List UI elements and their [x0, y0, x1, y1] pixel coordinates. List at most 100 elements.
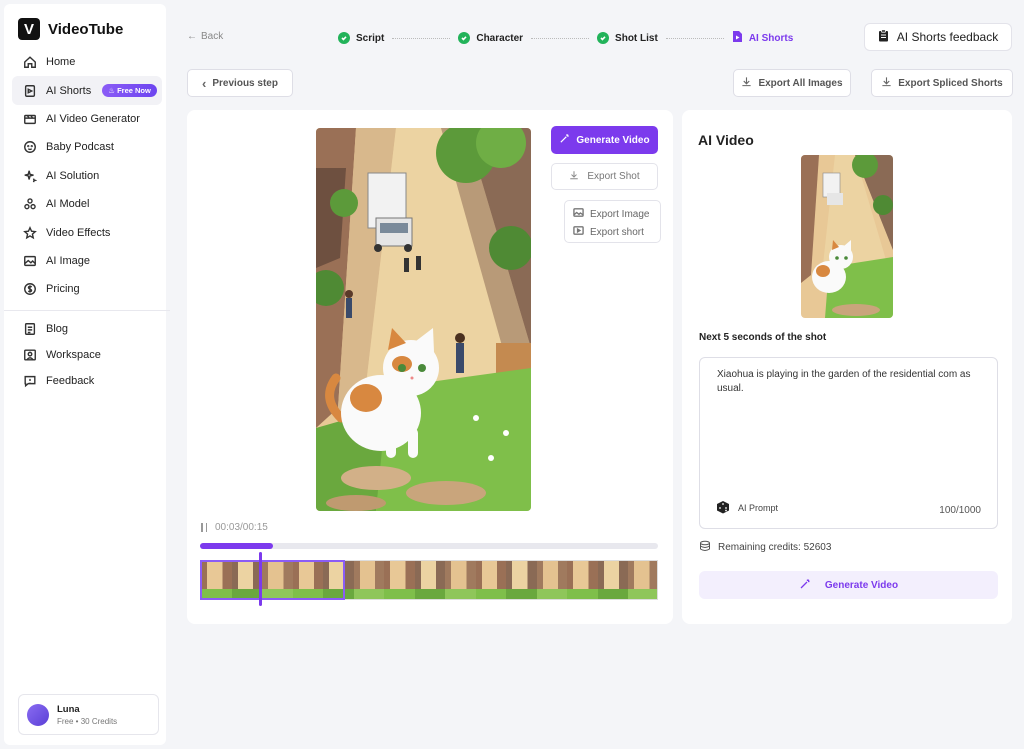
previous-step-button[interactable]: ‹ Previous step [187, 69, 293, 97]
prompt-textarea[interactable]: Xiaohua is playing in the garden of the … [699, 357, 998, 529]
dice-icon [716, 500, 730, 516]
playhead-handle[interactable] [259, 552, 262, 606]
export-all-images-button[interactable]: Export All Images [733, 69, 851, 97]
back-link[interactable]: ← Back [187, 31, 223, 42]
sidebar-item-home[interactable]: Home [12, 48, 162, 76]
sidebar-item-ai-shorts[interactable]: AI Shorts ♨ Free Now [12, 76, 162, 105]
ai-video-panel: AI Video Next 5 seconds of the shot Xiao… [682, 110, 1012, 624]
dollar-icon [22, 282, 37, 297]
export-dropdown-menu: Export Image Export short [564, 200, 661, 243]
sidebar-item-ai-image[interactable]: AI Image [12, 247, 162, 275]
workspace-icon [22, 348, 37, 363]
shot-preview-image[interactable] [316, 128, 531, 511]
logo-mark: V [18, 18, 40, 40]
filmstrip-frame[interactable] [414, 561, 445, 599]
home-icon [22, 55, 37, 70]
video-play-icon [573, 225, 584, 239]
nav-divider [4, 309, 170, 311]
filmstrip-frame[interactable] [475, 561, 506, 599]
sidebar-item-label: AI Image [46, 254, 91, 267]
panel-title: AI Video [698, 132, 754, 148]
prompt-text[interactable]: Xiaohua is playing in the garden of the … [717, 368, 987, 396]
export-spliced-shorts-button[interactable]: Export Spliced Shorts [871, 69, 1013, 97]
filmstrip-frame[interactable] [445, 561, 476, 599]
free-now-badge: ♨ Free Now [102, 84, 157, 98]
step-progress: Script Character Shot List AI Shorts [338, 30, 793, 46]
model-icon [22, 197, 37, 212]
char-count: 100/1000 [939, 505, 981, 516]
main-nav: Home AI Shorts ♨ Free Now AI Video Gener… [4, 48, 170, 317]
pause-icon[interactable] [201, 523, 207, 532]
progress-fill [200, 543, 274, 549]
sidebar-item-workspace[interactable]: Workspace [12, 342, 162, 368]
sidebar-item-label: AI Model [46, 198, 90, 211]
export-short-option[interactable]: Export short [573, 223, 652, 241]
selected-shot-frame [200, 560, 345, 600]
image-icon [573, 207, 584, 221]
filmstrip-frame[interactable] [628, 561, 657, 599]
shorts-file-icon [732, 30, 743, 46]
sidebar-item-label: Home [46, 56, 76, 69]
filmstrip-frame[interactable] [536, 561, 567, 599]
generate-video-button[interactable]: Generate Video [551, 126, 658, 154]
user-card[interactable]: Luna Free • 30 Credits [18, 694, 159, 735]
download-icon [881, 76, 892, 90]
shot-editor-panel: Generate Video Export Shot Export Image … [187, 110, 673, 624]
filmstrip-frame[interactable] [353, 561, 384, 599]
image-icon [22, 253, 37, 268]
generate-video-primary-button[interactable]: Generate Video [699, 571, 998, 599]
arrow-left-icon: ← [187, 31, 197, 42]
next-seconds-label: Next 5 seconds of the shot [699, 332, 827, 343]
step-shot-list[interactable]: Shot List [597, 32, 658, 44]
sidebar-item-label: AI Solution [46, 169, 100, 182]
step-ai-shorts[interactable]: AI Shorts [732, 30, 793, 46]
user-plan: Free • 30 Credits [57, 716, 118, 726]
ai-shorts-feedback-button[interactable]: AI Shorts feedback [864, 23, 1012, 51]
sidebar-item-blog[interactable]: Blog [12, 316, 162, 342]
sidebar-item-ai-video-generator[interactable]: AI Video Generator [12, 105, 162, 133]
playback-time: 00:03/00:15 [201, 522, 268, 533]
magic-wand-icon [799, 578, 811, 593]
sidebar: V VideoTube Home AI Shorts ♨ Free Now AI… [4, 4, 170, 745]
sidebar-item-ai-model[interactable]: AI Model [12, 190, 162, 218]
filmstrip-frame[interactable] [567, 561, 598, 599]
shorts-icon [22, 83, 37, 98]
filmstrip-frame[interactable] [506, 561, 537, 599]
filmstrip-frame[interactable] [597, 561, 628, 599]
sidebar-item-pricing[interactable]: Pricing [12, 275, 162, 303]
step-connector [665, 37, 724, 39]
playback-progress-bar[interactable] [200, 543, 658, 549]
sidebar-item-ai-solution[interactable]: AI Solution [12, 162, 162, 190]
ai-prompt-toggle[interactable]: AI Prompt [716, 500, 778, 516]
sidebar-item-baby-podcast[interactable]: Baby Podcast [12, 133, 162, 161]
sidebar-item-video-effects[interactable]: Video Effects [12, 218, 162, 246]
ai-video-thumbnail[interactable] [801, 155, 893, 318]
sidebar-item-label: Blog [46, 323, 69, 335]
blog-icon [22, 322, 37, 337]
clipboard-icon [878, 29, 889, 45]
export-image-option[interactable]: Export Image [573, 205, 652, 223]
avatar [27, 703, 49, 726]
check-circle-icon [458, 32, 471, 44]
sidebar-item-label: Workspace [46, 349, 101, 361]
app-name: VideoTube [48, 20, 124, 38]
sidebar-item-label: AI Shorts [46, 84, 92, 97]
sidebar-item-label: Video Effects [46, 226, 111, 239]
sidebar-item-label: AI Video Generator [46, 112, 140, 125]
sidebar-item-label: Pricing [46, 283, 80, 296]
video-generator-icon [22, 111, 37, 126]
effects-icon [22, 225, 37, 240]
sidebar-item-feedback[interactable]: Feedback [12, 368, 162, 394]
filmstrip-frame[interactable] [384, 561, 415, 599]
check-circle-icon [338, 32, 350, 44]
step-character[interactable]: Character [458, 32, 523, 44]
sparkle-icon [22, 168, 37, 183]
export-shot-button[interactable]: Export Shot [551, 163, 658, 190]
download-icon [569, 170, 579, 183]
user-name: Luna [57, 703, 80, 715]
step-script[interactable]: Script [338, 32, 384, 44]
download-icon [741, 76, 752, 90]
coins-icon [699, 540, 711, 555]
secondary-nav: Blog Workspace Feedback [12, 316, 162, 394]
app-logo[interactable]: V VideoTube [18, 18, 123, 40]
